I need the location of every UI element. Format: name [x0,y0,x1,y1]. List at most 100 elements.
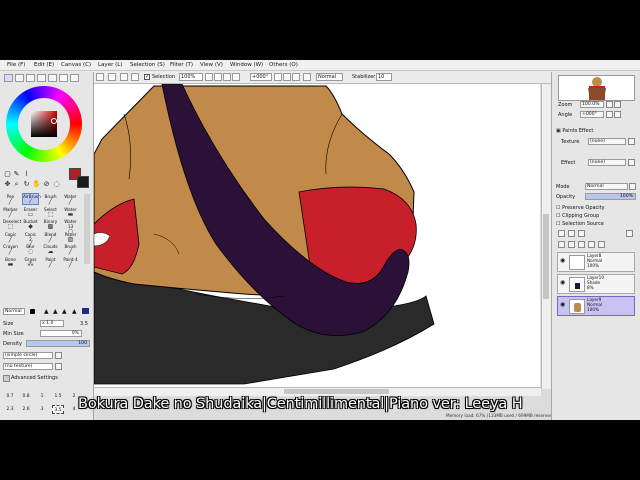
brush-paint[interactable]: Paint ╱ [43,257,58,268]
zoom-reset-button[interactable] [223,73,231,81]
brush-bone[interactable]: Bone ▬ [3,257,18,268]
size-preset-0.8[interactable]: 0.8 [20,392,32,401]
grid-button[interactable] [120,73,128,81]
size-preset-3.5[interactable]: 3.5 [52,405,64,414]
brush-brush[interactable]: Brush ╱ [43,194,58,205]
nav-rotate-right-button[interactable] [614,111,621,118]
rgb-slider-tab[interactable] [15,74,24,82]
view-mode-button[interactable] [108,73,116,81]
density-slider[interactable]: 100 [26,340,90,347]
brush-select[interactable]: Select ⬚ [43,207,58,218]
size-preset-2.6[interactable]: 2.6 [20,405,32,414]
brush-water-13[interactable]: Water 13 ○ [63,219,78,235]
brush-water[interactable]: Water ▬ [63,207,78,218]
effect-expand-button[interactable] [628,159,635,166]
menu-file[interactable]: File (F) [7,62,25,68]
canvas-vertical-scrollbar[interactable] [541,84,551,389]
selection-source-checkbox[interactable]: ☐ Selection Source [556,221,604,227]
color-picker-dot[interactable] [51,118,57,124]
menu-layer[interactable]: Layer (L) [98,62,122,68]
layer-row-layer8[interactable]: ◉ Layer8 Normal 100% [557,252,635,272]
selection-checkbox[interactable]: ✓ [144,74,150,80]
brush-bucket[interactable]: Bucket ◆ [23,219,38,230]
size-multiplier-select[interactable]: x 1.0 [40,320,64,327]
rotate-reset-button[interactable] [292,73,300,81]
brush-crayon[interactable]: Crayon ╱ [3,244,18,255]
scratch-tab[interactable] [59,74,68,82]
brush-texture-select[interactable]: (no texture) [3,363,53,370]
texture-expand-button[interactable] [628,138,635,145]
brush-pen[interactable]: Pen ╱ [3,194,18,205]
brush-shape-select[interactable]: (simple circle) [3,352,53,359]
menu-edit[interactable]: Edit (E) [34,62,54,68]
paints-effect-header[interactable]: ▣ Paints Effect [556,128,593,134]
zoom-fit-button[interactable] [232,73,240,81]
visibility-eye-icon[interactable]: ◉ [560,280,566,286]
pencil-icon[interactable]: ✎ [12,170,21,179]
texture-select[interactable]: (none) [588,138,626,145]
nav-rotate-left-button[interactable] [606,111,613,118]
effect-select[interactable]: (none) [588,159,626,166]
brush-eraser[interactable]: Eraser ▭ [23,207,38,218]
vertical-scroll-thumb[interactable] [543,214,549,299]
brush-clouds[interactable]: Clouds ☁ [43,244,58,255]
clear-layer-button[interactable] [578,241,585,248]
zoom-in-button[interactable] [214,73,222,81]
eyedropper-icon[interactable]: ⌇ [22,170,31,179]
advanced-expand-toggle[interactable] [3,375,10,382]
layout-button[interactable] [131,73,139,81]
nav-angle-field[interactable]: +000° [580,111,604,118]
menu-filter[interactable]: Filter (T) [170,62,193,68]
palette-tab[interactable] [70,74,79,82]
size-preset-0.7[interactable]: 0.7 [4,392,16,401]
delete-layer-button[interactable] [588,241,595,248]
canvas[interactable] [94,84,540,389]
drawing-svg[interactable] [94,84,540,389]
menu-view[interactable]: View (V) [200,62,223,68]
zoom-icon[interactable]: ⌕ [12,180,21,189]
layer-row-layer10[interactable]: ◉ Layer10 Shade 8% [557,274,635,294]
shape-icon[interactable]: ◌ [52,180,61,189]
picker-icon[interactable]: ⊘ [42,180,51,189]
horizontal-scroll-thumb[interactable] [284,389,389,394]
zoom-select[interactable]: 100% [179,73,203,81]
merge-down-button[interactable] [568,241,575,248]
visibility-eye-icon[interactable]: ◉ [560,258,566,264]
brush-copic[interactable]: Copic ╱ [3,232,18,243]
menu-canvas[interactable]: Canvas (C) [61,62,91,68]
new-folder-button[interactable] [578,230,585,237]
mixer-tab[interactable] [48,74,57,82]
rotate-icon[interactable]: ↻ [22,180,31,189]
canvas-horizontal-scrollbar[interactable] [94,387,541,396]
nav-zoom-field[interactable]: 100.0% [580,101,604,108]
nav-zoom-out-button[interactable] [606,101,613,108]
advanced-settings-label[interactable]: Advanced Settings [11,375,58,381]
layer-mode-select[interactable]: Normal [585,183,628,190]
size-preset-2.3[interactable]: 2.3 [4,405,16,414]
brush-scrollbar[interactable] [84,194,90,264]
swatch-tab[interactable] [37,74,46,82]
saturation-value-square[interactable] [31,111,57,137]
brush-mode-select[interactable]: Normal [3,308,25,315]
brush-blur[interactable]: Blur ◌ [23,244,38,255]
view-normal-button[interactable] [96,73,104,81]
layer-menu-button[interactable] [626,230,633,237]
min-size-slider[interactable]: 0% [40,330,82,337]
new-linework-layer-button[interactable] [568,230,575,237]
brush-brush[interactable]: Brush ╱ [63,244,78,255]
brush-airbrush[interactable]: AirBrush ⁄ [22,193,41,205]
shape-settings-button[interactable] [55,352,62,359]
brush-tip-shapes[interactable]: ▲ ▲ ▲ ▲ [30,308,90,315]
brush-binary[interactable]: Binary ▩ [43,219,58,230]
opacity-slider[interactable]: 100% [585,193,636,200]
visibility-eye-icon[interactable]: ◉ [560,302,566,308]
rotate-left-button[interactable] [274,73,282,81]
transparent-color-icon[interactable]: ▢ [3,170,12,179]
layer-mode-dropdown[interactable] [629,183,636,190]
transfer-down-button[interactable] [558,241,565,248]
size-preset-3[interactable]: 3 [36,405,48,414]
blend-mode-select[interactable]: Normal [316,73,343,81]
nav-zoom-in-button[interactable] [614,101,621,108]
move-icon[interactable]: ✥ [3,180,12,189]
hand-icon[interactable]: ✋ [32,180,41,189]
